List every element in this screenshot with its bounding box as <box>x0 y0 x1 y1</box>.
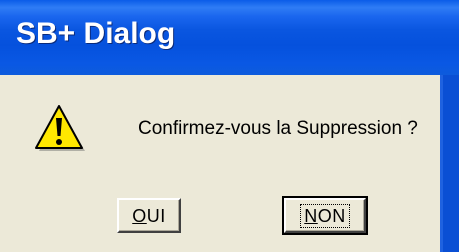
oui-button[interactable]: OUI <box>117 198 181 233</box>
oui-button-label: OUI <box>132 206 166 226</box>
dialog-window: SB+ Dialog Confirmez-vous la Suppression… <box>0 0 459 252</box>
window-frame-right-highlight <box>440 75 443 252</box>
non-button-label: NON <box>300 203 350 228</box>
non-label-rest: ON <box>317 205 346 226</box>
oui-label-rest: UI <box>146 205 166 226</box>
warning-icon <box>35 105 85 151</box>
oui-mnemonic: O <box>132 205 147 226</box>
non-mnemonic: N <box>304 205 318 226</box>
confirmation-message: Confirmez-vous la Suppression ? <box>138 118 418 139</box>
dialog-body <box>0 75 440 252</box>
non-button[interactable]: NON <box>282 196 368 235</box>
title-bar[interactable]: SB+ Dialog <box>0 0 459 75</box>
window-title: SB+ Dialog <box>16 17 176 50</box>
